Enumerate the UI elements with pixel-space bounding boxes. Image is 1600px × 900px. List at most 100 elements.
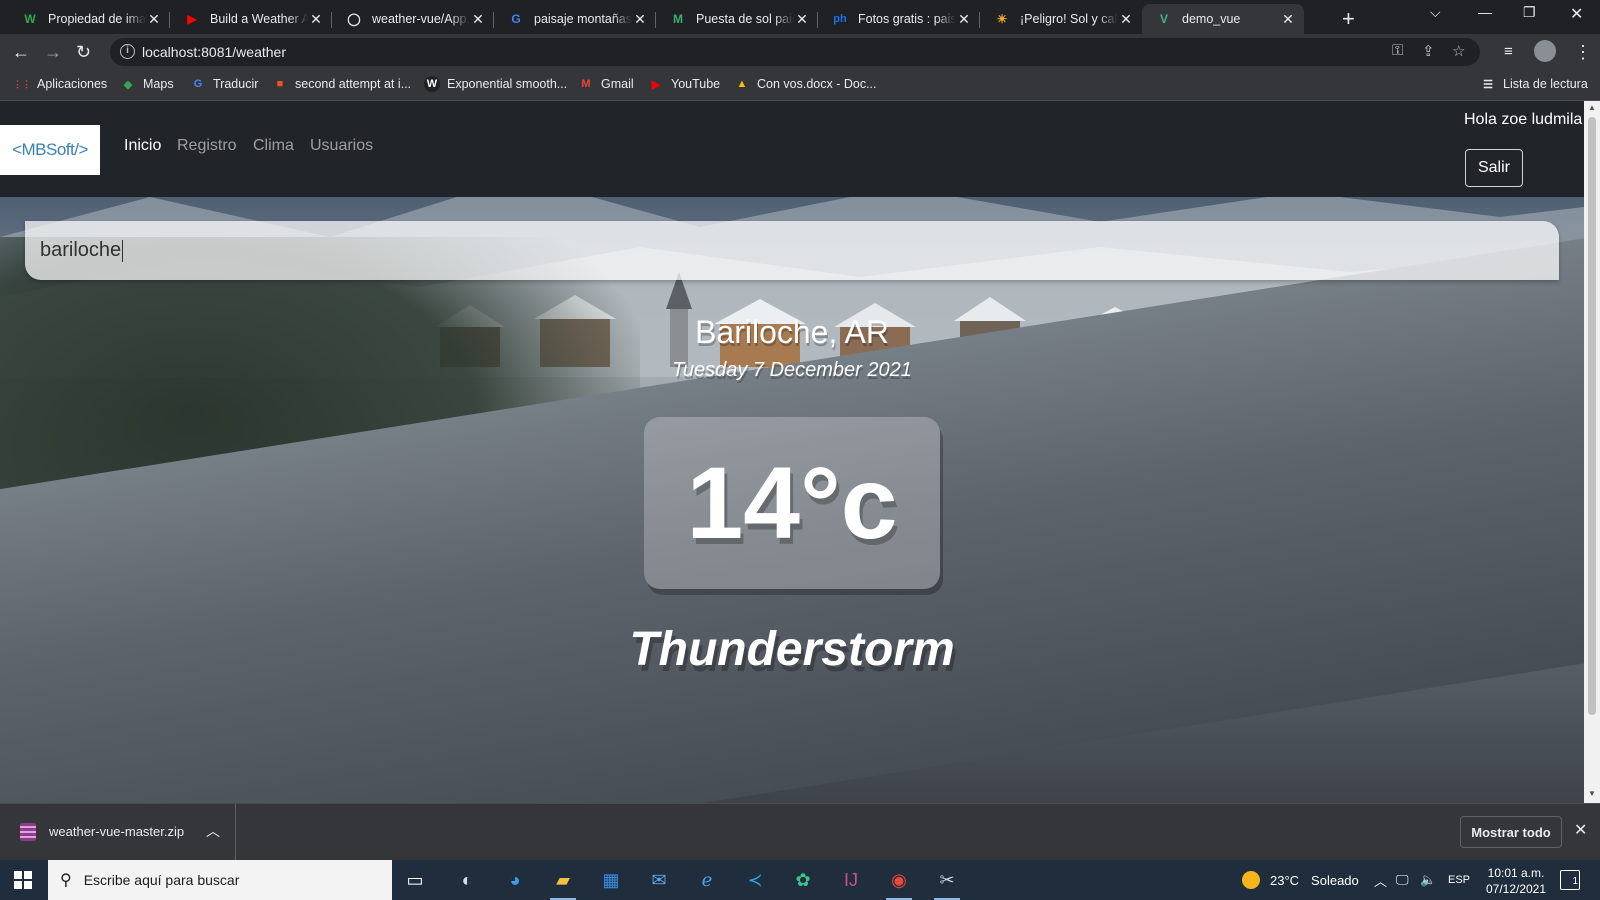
close-tab-icon[interactable]: ✕: [1118, 11, 1134, 28]
site-info-icon[interactable]: i: [120, 44, 135, 59]
nav-registro[interactable]: Registro: [177, 137, 237, 155]
weather-hero: bariloche Bariloche, AR Tuesday 7 Decemb…: [0, 197, 1584, 803]
browser-tab[interactable]: ph Fotos gratis : paisa ✕: [818, 4, 980, 34]
wiki-icon: W: [24, 12, 36, 26]
volume-icon[interactable]: 🔈: [1420, 860, 1436, 900]
vscode-icon[interactable]: ≺: [740, 866, 770, 894]
address-bar[interactable]: i localhost:8081/weather ⚿ ⇪ ☆: [110, 38, 1480, 66]
browser-tab[interactable]: M Puesta de sol paisa ✕: [656, 4, 818, 34]
taskbar-search-placeholder: Escribe aquí para buscar: [83, 872, 240, 888]
apps-grid-icon: ⋮⋮: [13, 78, 31, 89]
google-icon: G: [511, 12, 521, 26]
chrome-icon[interactable]: ◉: [884, 866, 914, 900]
weather-widget[interactable]: 23°C Soleado: [1242, 860, 1359, 900]
file-explorer-icon[interactable]: ▰: [548, 866, 578, 900]
temperature-card: 14°c: [644, 417, 940, 589]
scroll-thumb[interactable]: [1588, 117, 1596, 715]
bookmark-docs[interactable]: ▲ Con vos.docx - Doc...: [734, 76, 877, 92]
pixabay-icon: ph: [833, 13, 847, 25]
tray-chevron-icon[interactable]: ︿: [1374, 860, 1387, 900]
back-icon[interactable]: ←: [12, 42, 30, 62]
close-tab-icon[interactable]: ✕: [146, 11, 162, 28]
bookmark-label: Gmail: [601, 77, 634, 91]
browser-tab[interactable]: W Propiedad de imag ✕: [8, 4, 170, 34]
maps-icon: ◆: [123, 78, 133, 91]
browser-tab[interactable]: ▶ Build a Weather Ap ✕: [170, 4, 332, 34]
restore-icon[interactable]: ❐: [1523, 4, 1536, 21]
bookmark-apps[interactable]: ⋮⋮ Aplicaciones: [13, 76, 107, 92]
bookmark-exponential[interactable]: W Exponential smooth...: [424, 76, 567, 92]
url-text[interactable]: localhost:8081/weather: [142, 44, 286, 60]
bookmark-maps[interactable]: ◆ Maps: [120, 76, 174, 92]
page-scrollbar[interactable]: ▲ ▼: [1584, 101, 1600, 803]
new-tab-button[interactable]: +: [1342, 6, 1355, 32]
close-tab-icon[interactable]: ✕: [1280, 11, 1296, 28]
start-button[interactable]: [14, 871, 32, 889]
taskbar-search[interactable]: ⚲ Escribe aquí para buscar: [48, 860, 392, 900]
browser-tab[interactable]: G paisaje montañas ✕: [494, 4, 656, 34]
network-icon[interactable]: 🖵: [1396, 860, 1409, 900]
forward-icon[interactable]: →: [44, 42, 62, 62]
download-item[interactable]: weather-vue-master.zip ︿: [0, 804, 236, 860]
scroll-down-icon[interactable]: ▼: [1588, 789, 1596, 798]
tab-title: Puesta de sol paisa: [696, 12, 794, 26]
bookmark-youtube[interactable]: ▶ YouTube: [648, 76, 720, 92]
browser-tab[interactable]: ☀ ¡Peligro! Sol y calo ✕: [980, 4, 1142, 34]
close-tab-icon[interactable]: ✕: [632, 11, 648, 28]
clock-date: 07/12/2021: [1485, 882, 1547, 896]
store-icon[interactable]: ▦: [596, 866, 626, 894]
language-indicator[interactable]: ESP: [1448, 860, 1470, 900]
tab-title: demo_vue: [1182, 12, 1241, 26]
nav-clima[interactable]: Clima: [253, 137, 294, 155]
chatgpt-icon[interactable]: ✿: [788, 866, 818, 894]
reading-list[interactable]: ☰ Lista de lectura: [1480, 76, 1588, 92]
bookmark-translate[interactable]: G Traducir: [190, 76, 259, 92]
intellij-icon[interactable]: IJ: [836, 866, 866, 894]
browser-e-icon[interactable]: ℯ: [692, 866, 722, 894]
nav-usuarios[interactable]: Usuarios: [310, 137, 373, 155]
close-tab-icon[interactable]: ✕: [794, 11, 810, 28]
task-view-icon[interactable]: ▭: [400, 866, 430, 894]
eclipse-icon[interactable]: ◐: [452, 866, 482, 894]
vue-icon: V: [1159, 12, 1168, 26]
bookmark-gmail[interactable]: M Gmail: [578, 76, 634, 92]
brand-logo[interactable]: <MBSoft/>: [0, 125, 100, 175]
close-window-icon[interactable]: ✕: [1570, 4, 1583, 24]
close-tab-icon[interactable]: ✕: [956, 11, 972, 28]
city-search-input[interactable]: bariloche: [25, 221, 1559, 280]
scroll-up-icon[interactable]: ▲: [1588, 103, 1596, 112]
edge-icon[interactable]: ◕: [500, 866, 530, 894]
media-icon[interactable]: ≡: [1504, 42, 1513, 62]
nav-inicio[interactable]: Inicio: [124, 137, 161, 155]
chevron-up-icon[interactable]: ︿: [206, 821, 220, 841]
bookmarks-bar: ⋮⋮ Aplicaciones ◆ Maps G Traducir ■ seco…: [0, 70, 1600, 101]
close-shelf-icon[interactable]: ✕: [1574, 820, 1587, 840]
translate-icon: G: [193, 78, 203, 90]
browser-tab[interactable]: ◯ weather-vue/App.v ✕: [332, 4, 494, 34]
notification-icon[interactable]: 1: [1560, 870, 1580, 890]
search-icon: ⚲: [60, 872, 72, 889]
logout-button[interactable]: Salir: [1465, 149, 1523, 187]
tab-search-icon[interactable]: ⌵: [1430, 4, 1441, 21]
share-icon[interactable]: ⇪: [1422, 42, 1435, 60]
weather-description: Thunderstorm: [629, 623, 955, 676]
key-icon[interactable]: ⚿: [1392, 42, 1403, 59]
mail-icon[interactable]: ✉: [644, 866, 674, 894]
close-tab-icon[interactable]: ✕: [470, 11, 486, 28]
reading-list-label: Lista de lectura: [1503, 77, 1588, 91]
star-icon[interactable]: ☆: [1452, 42, 1465, 60]
bookmark-second-attempt[interactable]: ■ second attempt at i...: [272, 76, 411, 92]
show-all-downloads-button[interactable]: Mostrar todo: [1460, 816, 1562, 848]
close-tab-icon[interactable]: ✕: [308, 11, 324, 28]
browser-tab-active[interactable]: V demo_vue ✕: [1142, 4, 1304, 34]
windows-taskbar: ⚲ Escribe aquí para buscar ▭ ◐ ◕ ▰ ▦ ✉ ℯ…: [0, 860, 1600, 900]
snipping-tool-icon[interactable]: ✂: [932, 866, 962, 900]
tab-title: weather-vue/App.v: [372, 12, 470, 26]
user-greeting: Hola zoe ludmila: [1464, 111, 1583, 128]
minimize-icon[interactable]: —: [1478, 4, 1492, 20]
reload-icon[interactable]: ↻: [76, 42, 91, 62]
tab-title: paisaje montañas: [534, 12, 632, 26]
clock[interactable]: 10:01 a.m. 07/12/2021: [1480, 865, 1552, 897]
menu-icon[interactable]: ⋮: [1574, 42, 1592, 62]
profile-avatar[interactable]: [1534, 40, 1556, 62]
